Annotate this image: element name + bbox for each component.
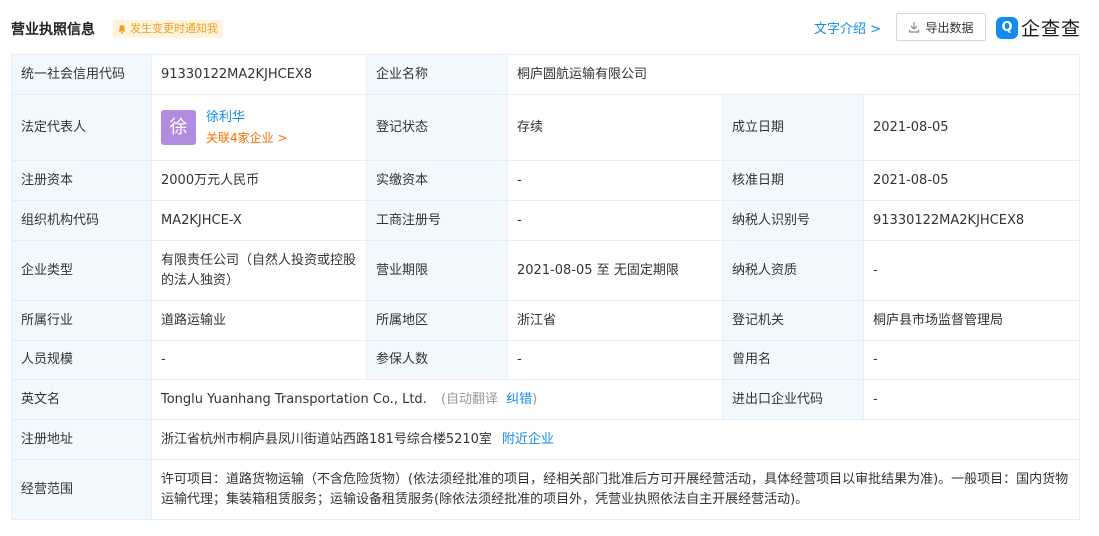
org-code-value: MA2KJHCE-X <box>151 200 367 241</box>
company-type-label: 企业类型 <box>11 240 152 301</box>
approved-date-label: 核准日期 <box>722 160 864 201</box>
established-value: 2021-08-05 <box>863 94 1080 161</box>
table-row: 法定代表人 徐 徐利华 关联4家企业 > 登记状态 存续 成立日期 2021-0… <box>11 94 1080 161</box>
download-icon <box>909 22 920 33</box>
related-companies-link[interactable]: 关联4家企业 > <box>206 128 288 148</box>
industry-label: 所属行业 <box>11 300 152 341</box>
import-export-value: - <box>863 379 1080 420</box>
region-value: 浙江省 <box>507 300 723 341</box>
biz-term-label: 营业期限 <box>366 240 508 301</box>
former-name-label: 曾用名 <box>722 340 864 380</box>
table-row: 经营范围 许可项目：道路货物运输（不含危险货物）(依法须经批准的项目，经相关部门… <box>11 459 1080 520</box>
paid-capital-value: - <box>507 160 723 201</box>
notify-label: 发生变更时通知我 <box>130 22 218 35</box>
address-label: 注册地址 <box>11 419 152 460</box>
biz-reg-no-value: - <box>507 200 723 241</box>
text-intro-link[interactable]: 文字介绍 > <box>814 18 881 37</box>
scope-value: 许可项目：道路货物运输（不含危险货物）(依法须经批准的项目，经相关部门批准后方可… <box>151 459 1080 520</box>
staff-size-value: - <box>151 340 367 380</box>
company-type-value: 有限责任公司（自然人投资或控股的法人独资） <box>151 240 367 301</box>
legal-rep-cell: 徐 徐利华 关联4家企业 > <box>151 94 367 161</box>
reg-status-label: 登记状态 <box>366 94 508 161</box>
table-row: 人员规模 - 参保人数 - 曾用名 - <box>11 340 1080 380</box>
table-row: 组织机构代码 MA2KJHCE-X 工商注册号 - 纳税人识别号 9133012… <box>11 200 1080 241</box>
logo-mark-icon: Q <box>996 16 1018 39</box>
region-label: 所属地区 <box>366 300 508 341</box>
export-label: 导出数据 <box>925 20 974 35</box>
taxpayer-qual-value: - <box>863 240 1080 301</box>
taxpayer-id-label: 纳税人识别号 <box>722 200 864 241</box>
insured-value: - <box>507 340 723 380</box>
notify-on-change-button[interactable]: 发生变更时通知我 <box>113 20 223 38</box>
industry-value: 道路运输业 <box>151 300 367 341</box>
credit-code-value: 91330122MA2KJHCEX8 <box>151 54 367 95</box>
insured-label: 参保人数 <box>366 340 508 380</box>
table-row: 注册地址 浙江省杭州市桐庐县凤川街道站西路181号综合楼5210室 附近企业 <box>11 419 1080 460</box>
export-data-button[interactable]: 导出数据 <box>896 13 986 41</box>
credit-code-label: 统一社会信用代码 <box>11 54 152 95</box>
legal-rep-name-link[interactable]: 徐利华 <box>206 108 288 128</box>
table-row: 企业类型 有限责任公司（自然人投资或控股的法人独资） 营业期限 2021-08-… <box>11 240 1080 301</box>
table-row: 所属行业 道路运输业 所属地区 浙江省 登记机关 桐庐县市场监督管理局 <box>11 300 1080 341</box>
avatar[interactable]: 徐 <box>161 110 196 145</box>
table-row: 统一社会信用代码 91330122MA2KJHCEX8 企业名称 桐庐圆航运输有… <box>11 54 1080 95</box>
import-export-label: 进出口企业代码 <box>722 379 864 420</box>
biz-reg-no-label: 工商注册号 <box>366 200 508 241</box>
logo-text: 企查查 <box>1021 18 1082 40</box>
reg-capital-value: 2000万元人民币 <box>151 160 367 201</box>
english-name-cell: Tonglu Yuanhang Transportation Co., Ltd.… <box>151 379 723 420</box>
english-name-label: 英文名 <box>11 379 152 420</box>
reg-status-value: 存续 <box>507 94 723 161</box>
english-name-value: Tonglu Yuanhang Transportation Co., Ltd. <box>161 391 427 407</box>
auto-translate-note: (自动翻译 <box>440 391 499 407</box>
paid-capital-label: 实缴资本 <box>366 160 508 201</box>
established-label: 成立日期 <box>722 94 864 161</box>
reg-authority-label: 登记机关 <box>722 300 864 341</box>
section-title: 营业执照信息 <box>11 22 95 38</box>
bell-icon <box>118 25 126 34</box>
table-row: 注册资本 2000万元人民币 实缴资本 - 核准日期 2021-08-05 <box>11 160 1080 201</box>
staff-size-label: 人员规模 <box>11 340 152 380</box>
correct-link[interactable]: 纠错 <box>506 392 532 407</box>
reg-capital-label: 注册资本 <box>11 160 152 201</box>
taxpayer-qual-label: 纳税人资质 <box>722 240 864 301</box>
section-header: 营业执照信息 发生变更时通知我 文字介绍 > 导出数据 Q 企查查 <box>0 0 1099 56</box>
former-name-value: - <box>863 340 1080 380</box>
biz-term-value: 2021-08-05 至 无固定期限 <box>507 240 723 301</box>
company-name-label: 企业名称 <box>366 54 508 95</box>
address-cell: 浙江省杭州市桐庐县凤川街道站西路181号综合楼5210室 附近企业 <box>151 419 1080 460</box>
table-row: 英文名 Tonglu Yuanhang Transportation Co., … <box>11 379 1080 420</box>
org-code-label: 组织机构代码 <box>11 200 152 241</box>
business-license-table: 统一社会信用代码 91330122MA2KJHCEX8 企业名称 桐庐圆航运输有… <box>11 54 1080 520</box>
reg-authority-value: 桐庐县市场监督管理局 <box>863 300 1080 341</box>
legal-rep-label: 法定代表人 <box>11 94 152 161</box>
address-value: 浙江省杭州市桐庐县凤川街道站西路181号综合楼5210室 <box>161 431 492 447</box>
close-paren: ) <box>532 391 538 407</box>
qichacha-logo: Q 企查查 <box>996 14 1081 41</box>
taxpayer-id-value: 91330122MA2KJHCEX8 <box>863 200 1080 241</box>
nearby-companies-link[interactable]: 附近企业 <box>502 432 554 447</box>
approved-date-value: 2021-08-05 <box>863 160 1080 201</box>
scope-label: 经营范围 <box>11 459 152 520</box>
company-name-value: 桐庐圆航运输有限公司 <box>507 54 1080 95</box>
